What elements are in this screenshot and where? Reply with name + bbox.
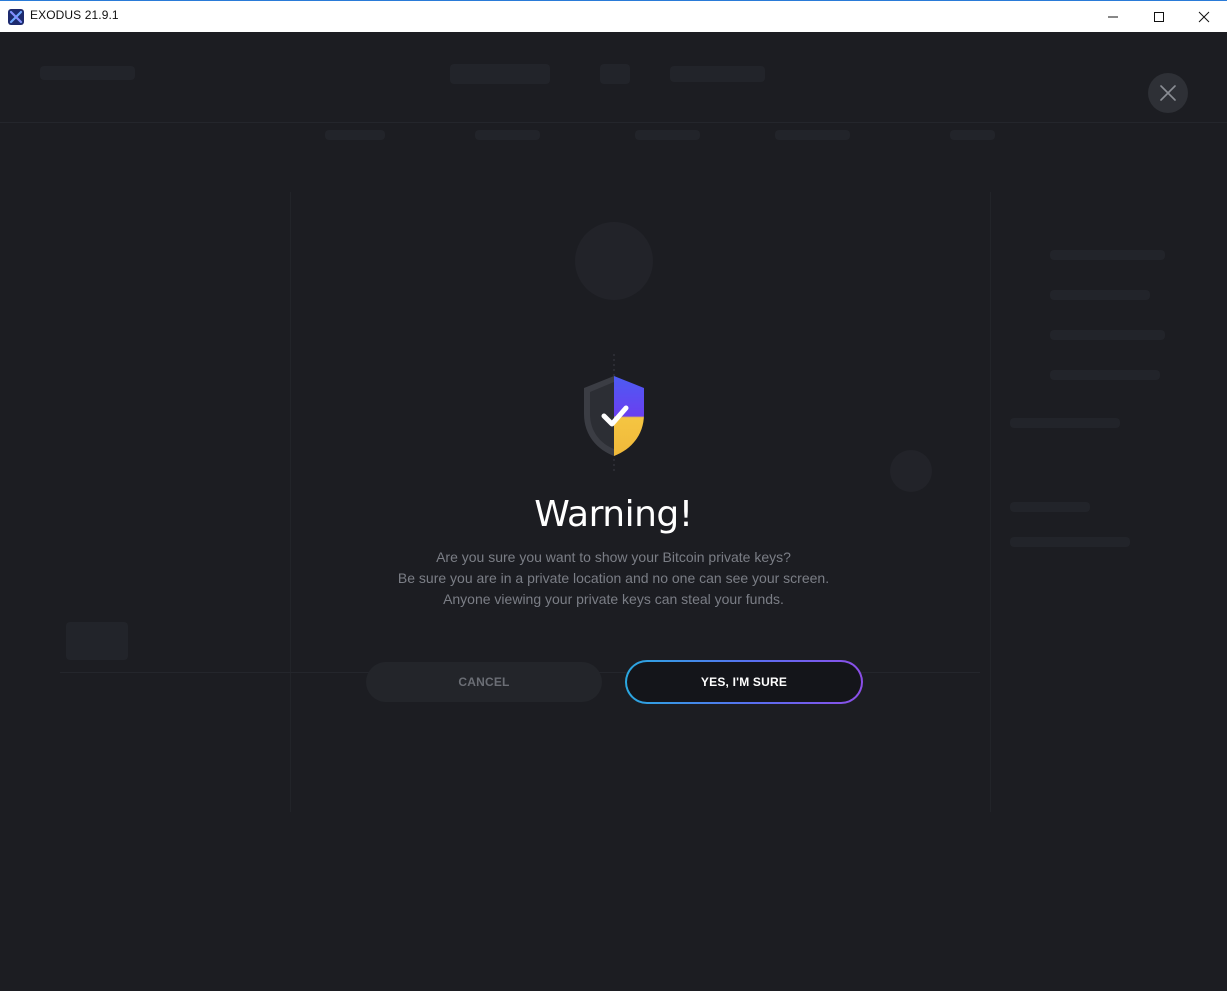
modal-close-button[interactable] — [1148, 73, 1188, 113]
ghost-tab — [775, 130, 850, 140]
ghost-tab — [635, 130, 700, 140]
ghost-nav — [450, 64, 550, 84]
ghost-divider — [0, 122, 1227, 123]
ghost-nav — [670, 66, 765, 82]
window-title: EXODUS 21.9.1 — [30, 8, 119, 22]
close-icon — [1198, 11, 1210, 22]
ghost-text — [1010, 537, 1130, 547]
maximize-button[interactable] — [1136, 1, 1182, 32]
cancel-button[interactable]: CANCEL — [366, 662, 602, 702]
close-icon — [1160, 85, 1176, 101]
window-close-button[interactable] — [1181, 1, 1227, 32]
title-bar[interactable]: EXODUS 21.9.1 — [0, 0, 1227, 32]
ghost-avatar — [890, 450, 932, 492]
warning-line: Be sure you are in a private location an… — [397, 570, 830, 586]
confirm-button-label: YES, I'M SURE — [627, 662, 861, 702]
ghost-text — [1050, 370, 1160, 380]
ghost-logo — [40, 66, 135, 80]
minimize-icon — [1108, 16, 1118, 17]
exodus-logo-icon — [8, 9, 24, 25]
ghost-text — [1050, 250, 1165, 260]
warning-message: Are you sure you want to show your Bitco… — [0, 547, 1227, 610]
app-window: EXODUS 21.9.1 Warning! Are you sure you … — [0, 0, 1227, 991]
ghost-tab — [950, 130, 995, 140]
warning-line: Anyone viewing your private keys can ste… — [443, 591, 784, 607]
ghost-coin — [575, 222, 653, 300]
ghost-text — [1050, 290, 1150, 300]
ghost-tab — [475, 130, 540, 140]
ghost-nav — [600, 64, 630, 84]
shield-check-icon — [571, 352, 657, 476]
ghost-text — [1010, 418, 1120, 428]
warning-title: Warning! — [534, 494, 693, 535]
warning-line: Are you sure you want to show your Bitco… — [436, 549, 791, 565]
ghost-button — [66, 622, 128, 660]
confirm-button[interactable]: YES, I'M SURE — [625, 660, 863, 704]
ghost-text — [1050, 330, 1165, 340]
minimize-button[interactable] — [1090, 1, 1136, 32]
maximize-icon — [1154, 11, 1164, 22]
ghost-tab — [325, 130, 385, 140]
